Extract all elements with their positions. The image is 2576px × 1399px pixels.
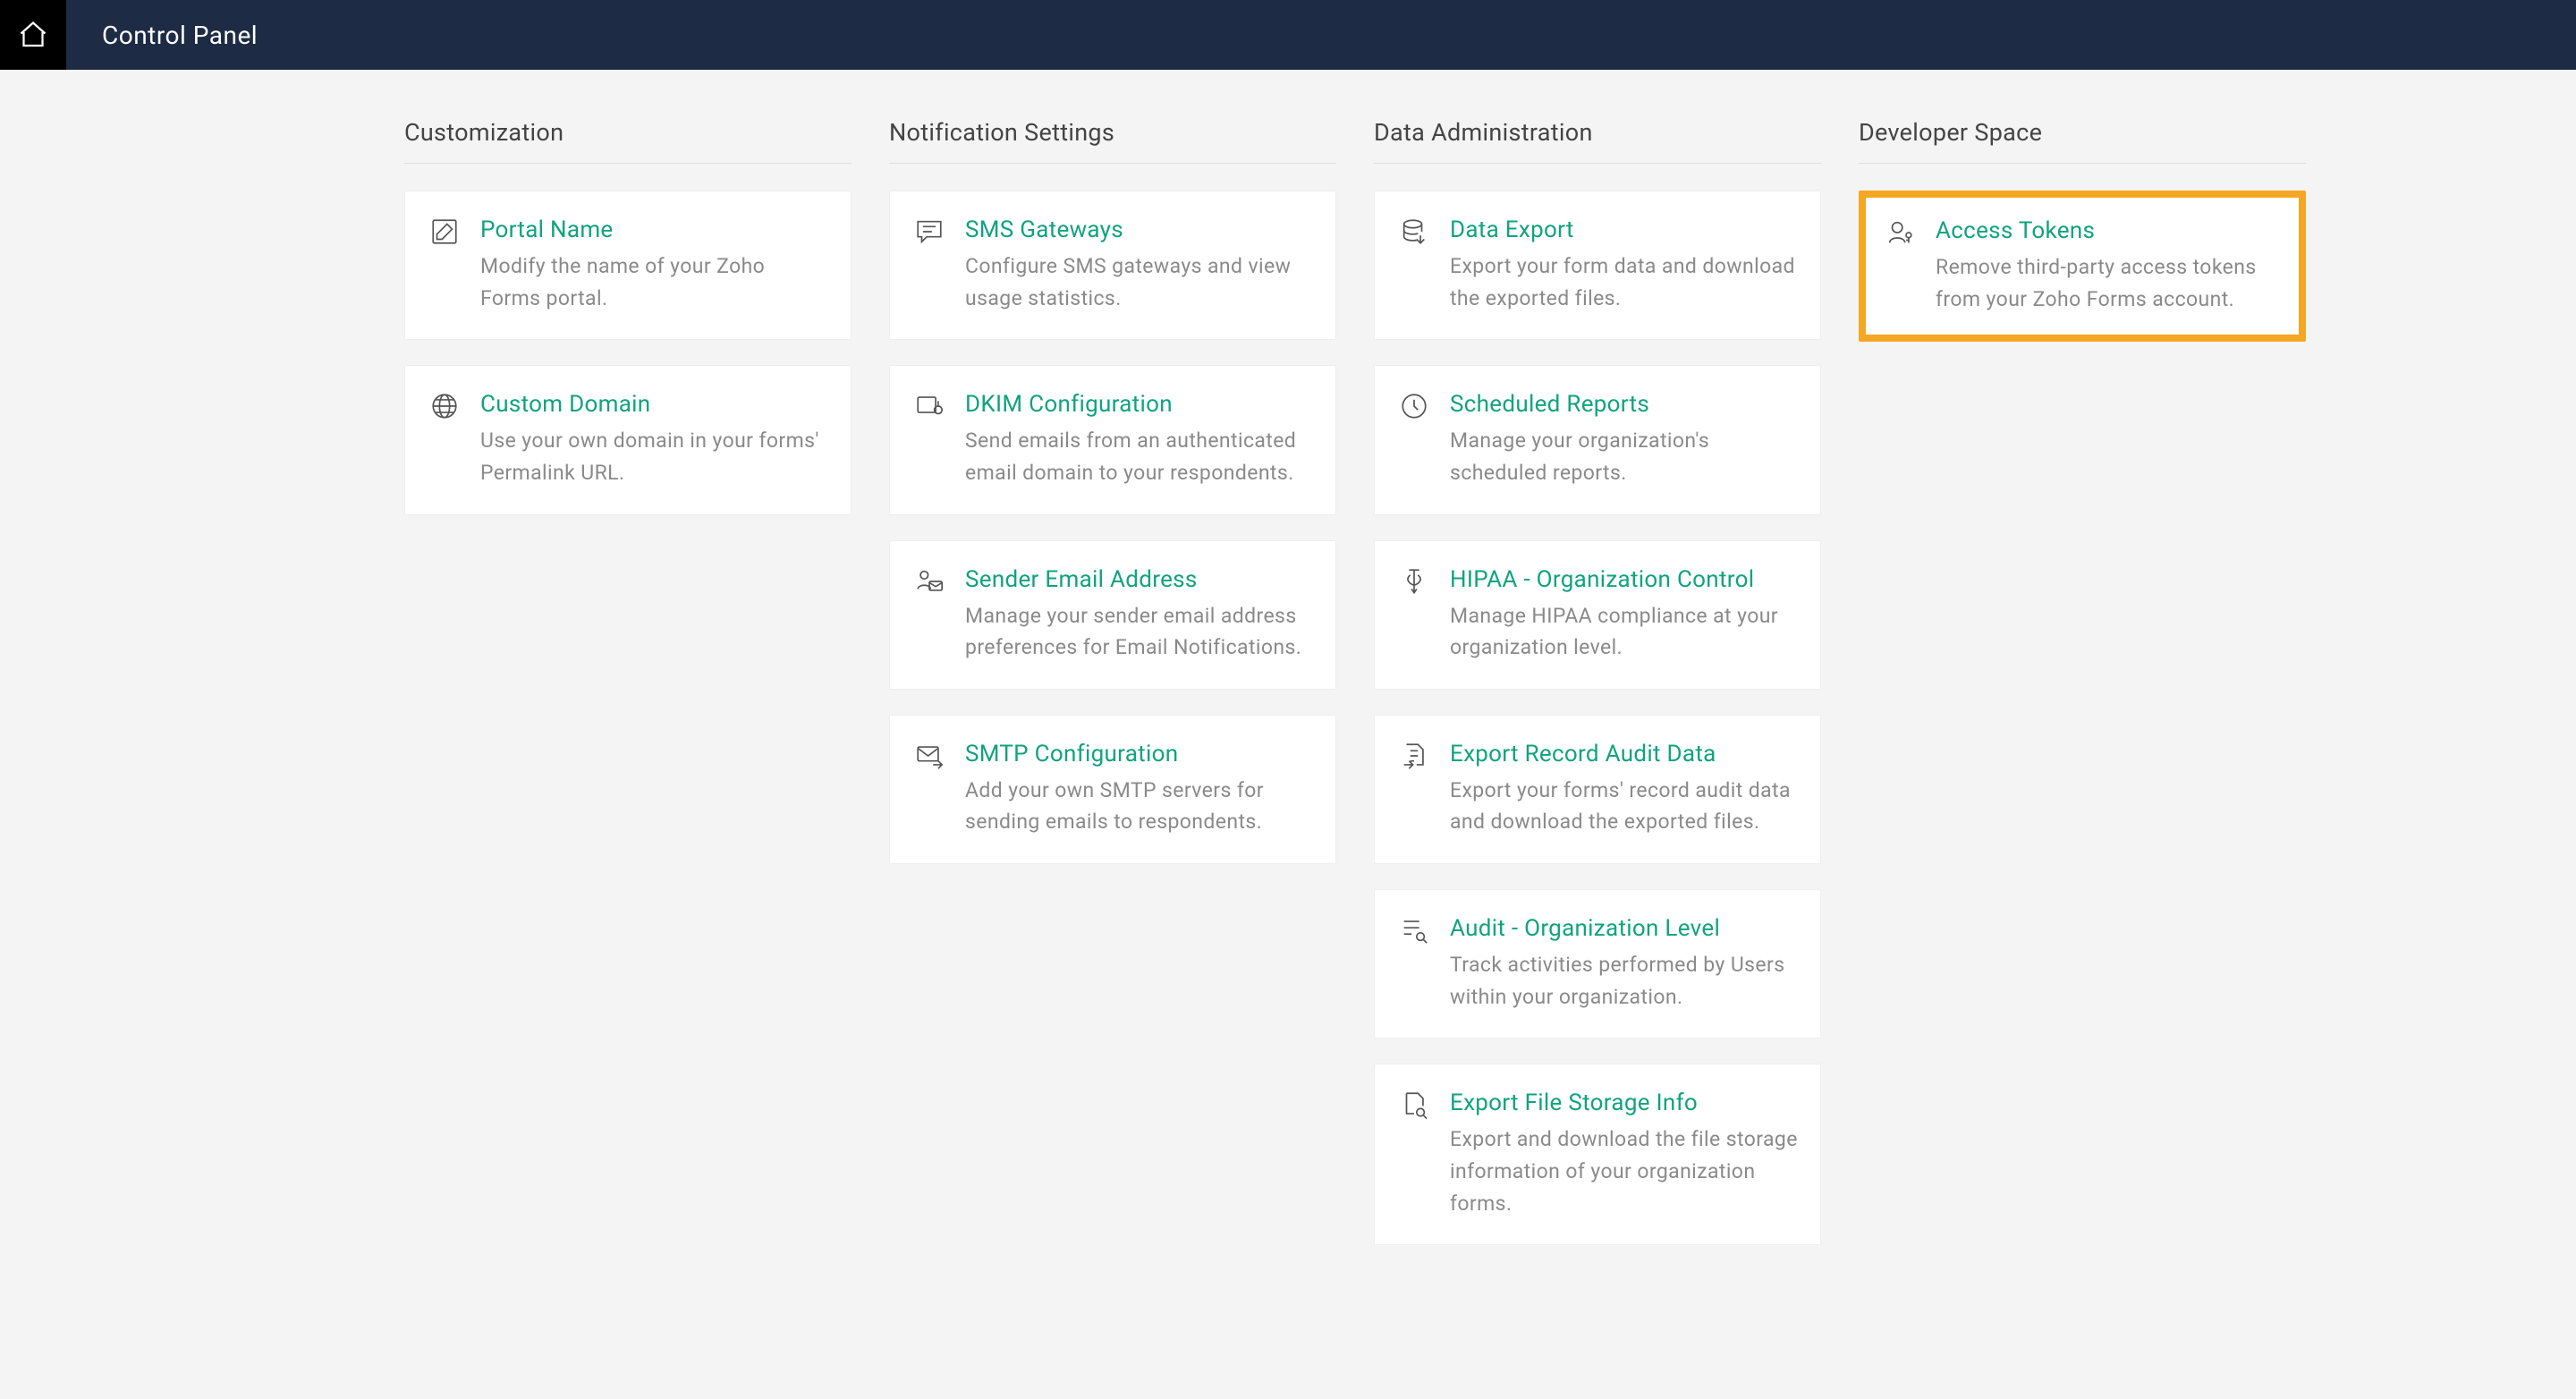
card-title: DKIM Configuration xyxy=(965,391,1314,418)
content-area: Customization Portal Name Modify the nam… xyxy=(0,70,2576,1270)
column-title: Customization xyxy=(404,118,852,164)
card-title: Sender Email Address xyxy=(965,566,1314,593)
card-title: SMTP Configuration xyxy=(965,741,1314,767)
clock-icon xyxy=(1396,391,1432,427)
edit-icon xyxy=(427,216,462,252)
card-desc: Export your form data and download the e… xyxy=(1450,250,1799,314)
card-desc: Configure SMS gateways and view usage st… xyxy=(965,250,1314,314)
card-title: Portal Name xyxy=(480,216,829,243)
globe-icon xyxy=(427,391,462,427)
list-search-icon xyxy=(1396,915,1432,951)
card-desc: Export and download the file storage inf… xyxy=(1450,1123,1799,1219)
card-title: HIPAA - Organization Control xyxy=(1450,566,1799,593)
column-customization: Customization Portal Name Modify the nam… xyxy=(404,118,852,540)
user-key-icon xyxy=(1882,217,1918,253)
card-export-record-audit-data[interactable]: Export Record Audit Data Export your for… xyxy=(1374,715,1821,864)
page-title: Control Panel xyxy=(66,21,258,50)
card-title: Audit - Organization Level xyxy=(1450,915,1799,942)
key-icon xyxy=(911,391,947,427)
card-title: Export File Storage Info xyxy=(1450,1090,1799,1116)
card-desc: Add your own SMTP servers for sending em… xyxy=(965,775,1314,838)
doc-arrow-icon xyxy=(1396,741,1432,776)
medical-icon xyxy=(1396,566,1432,602)
card-scheduled-reports[interactable]: Scheduled Reports Manage your organizati… xyxy=(1374,365,1821,514)
card-desc: Export your forms' record audit data and… xyxy=(1450,775,1799,838)
card-desc: Remove third-party access tokens from yo… xyxy=(1936,251,2283,315)
header-bar: Control Panel xyxy=(0,0,2576,70)
card-title: Custom Domain xyxy=(480,391,829,418)
column-title: Developer Space xyxy=(1859,118,2306,164)
column-title: Data Administration xyxy=(1374,118,1821,164)
card-desc: Manage HIPAA compliance at your organiza… xyxy=(1450,600,1799,664)
card-portal-name[interactable]: Portal Name Modify the name of your Zoho… xyxy=(404,191,852,340)
card-sms-gateways[interactable]: SMS Gateways Configure SMS gateways and … xyxy=(889,191,1336,340)
card-desc: Manage your sender email address prefere… xyxy=(965,600,1314,664)
card-desc: Modify the name of your Zoho Forms porta… xyxy=(480,250,829,314)
card-title: SMS Gateways xyxy=(965,216,1314,243)
column-data-administration: Data Administration Data Export Export y… xyxy=(1374,118,1821,1270)
database-icon xyxy=(1396,216,1432,252)
card-desc: Send emails from an authenticated email … xyxy=(965,425,1314,488)
doc-search-icon xyxy=(1396,1090,1432,1125)
card-audit-organization-level[interactable]: Audit - Organization Level Track activit… xyxy=(1374,889,1821,1039)
card-title: Scheduled Reports xyxy=(1450,391,1799,418)
card-hipaa-organization-control[interactable]: HIPAA - Organization Control Manage HIPA… xyxy=(1374,540,1821,690)
chat-icon xyxy=(911,216,947,252)
column-title: Notification Settings xyxy=(889,118,1336,164)
home-button[interactable] xyxy=(0,0,66,70)
mail-arrow-icon xyxy=(911,741,947,776)
card-data-export[interactable]: Data Export Export your form data and do… xyxy=(1374,191,1821,340)
home-icon xyxy=(17,19,49,51)
card-export-file-storage-info[interactable]: Export File Storage Info Export and down… xyxy=(1374,1064,1821,1245)
card-title: Export Record Audit Data xyxy=(1450,741,1799,767)
column-developer-space: Developer Space Access Tokens Remove thi… xyxy=(1859,118,2306,367)
card-smtp-configuration[interactable]: SMTP Configuration Add your own SMTP ser… xyxy=(889,715,1336,864)
user-mail-icon xyxy=(911,566,947,602)
card-desc: Track activities performed by Users with… xyxy=(1450,949,1799,1013)
card-desc: Manage your organization's scheduled rep… xyxy=(1450,425,1799,488)
card-sender-email-address[interactable]: Sender Email Address Manage your sender … xyxy=(889,540,1336,690)
card-access-tokens[interactable]: Access Tokens Remove third-party access … xyxy=(1859,191,2306,342)
column-notification-settings: Notification Settings SMS Gateways Confi… xyxy=(889,118,1336,889)
card-custom-domain[interactable]: Custom Domain Use your own domain in you… xyxy=(404,365,852,514)
card-title: Data Export xyxy=(1450,216,1799,243)
card-desc: Use your own domain in your forms' Perma… xyxy=(480,425,829,488)
card-dkim-configuration[interactable]: DKIM Configuration Send emails from an a… xyxy=(889,365,1336,514)
card-title: Access Tokens xyxy=(1936,217,2283,244)
